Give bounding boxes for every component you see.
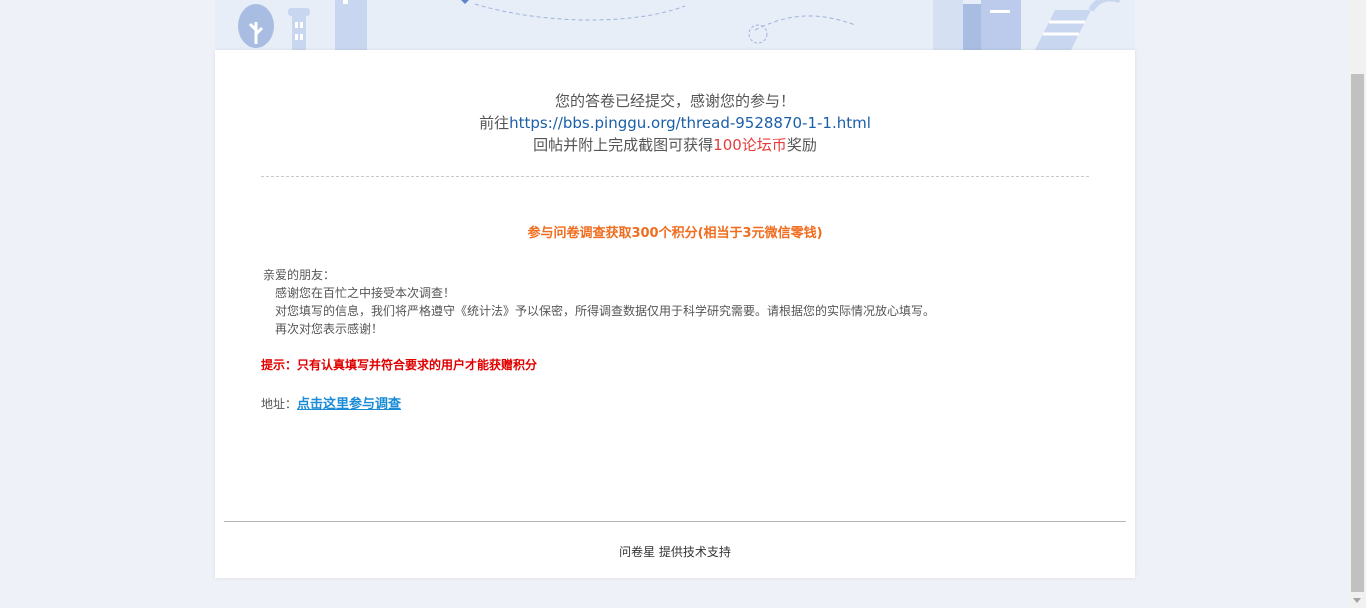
reward-prefix: 回帖并附上完成截图可获得 [533, 136, 714, 154]
survey-heading: 参与问卷调查获取300个积分(相当于3元微信零钱) [527, 226, 823, 241]
dashed-divider [261, 176, 1089, 177]
greeting: 亲爱的朋友： [263, 268, 336, 282]
footer-divider [224, 521, 1126, 522]
survey-link[interactable]: 点击这里参与调查 [297, 397, 401, 412]
survey-address: 地址：点击这里参与调查 [261, 393, 401, 412]
footer-brand[interactable]: 问卷星 [619, 545, 655, 559]
address-label: 地址： [261, 397, 298, 411]
forum-thread-link[interactable]: https://bbs.pinggu.org/thread-9528870-1-… [509, 114, 871, 132]
reward-suffix: 奖励 [786, 136, 817, 154]
survey-intro: 亲爱的朋友： 感谢您在百忙之中接受本次调查！ 对您填写的信息，我们将严格遵守《统… [263, 266, 935, 338]
scroll-down-icon[interactable] [1353, 598, 1361, 603]
footer-text: 提供技术支持 [658, 545, 731, 559]
footer: 问卷星 提供技术支持 [215, 543, 1135, 560]
vertical-scrollbar[interactable] [1349, 0, 1366, 608]
scrollbar-thumb[interactable] [1351, 74, 1364, 592]
thanks-line: 您的答卷已经提交，感谢您的参与！ [554, 92, 795, 110]
result-card: 您的答卷已经提交，感谢您的参与！ 前往https://bbs.pinggu.or… [215, 50, 1135, 578]
page: 您的答卷已经提交，感谢您的参与！ 前往https://bbs.pinggu.or… [0, 0, 1366, 608]
reward-line: 回帖并附上完成截图可获得100论坛币奖励 [215, 134, 1135, 156]
banner-illustration [215, 0, 1135, 50]
forum-line: 前往https://bbs.pinggu.org/thread-9528870-… [215, 112, 1135, 134]
submission-message: 您的答卷已经提交，感谢您的参与！ 前往https://bbs.pinggu.or… [215, 90, 1135, 156]
header-banner [215, 0, 1135, 50]
forum-prefix: 前往 [479, 114, 510, 132]
intro-line-3: 再次对您表示感谢！ [275, 322, 384, 336]
intro-line-2: 对您填写的信息，我们将严格遵守《统计法》予以保密，所得调查数据仅用于科学研究需要… [275, 304, 936, 318]
tip-text: 提示：只有认真填写并符合要求的用户才能获赠积分 [261, 358, 538, 372]
reward-amount: 100论坛币 [713, 136, 787, 154]
intro-line-1: 感谢您在百忙之中接受本次调查！ [275, 286, 456, 300]
